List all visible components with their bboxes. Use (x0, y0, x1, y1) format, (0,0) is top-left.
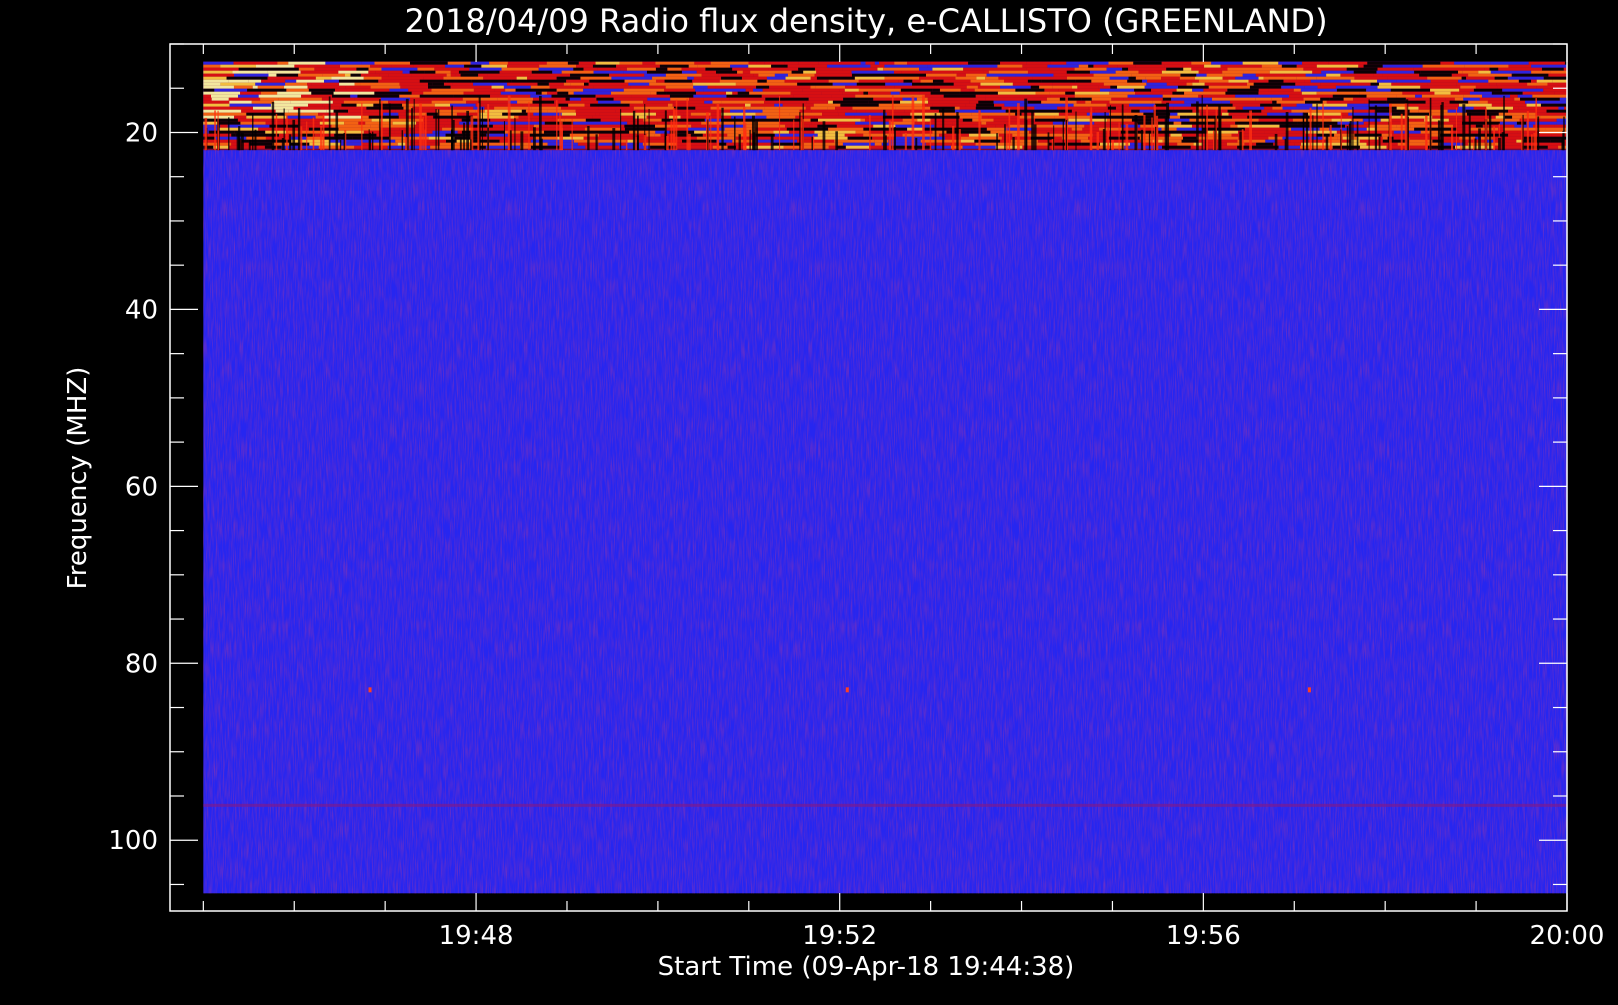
x-tick-label: 19:48 (439, 921, 514, 951)
spot-mark (845, 687, 849, 693)
y-axis-label: Frequency (MHZ) (63, 367, 93, 590)
noise-line (203, 803, 1567, 807)
y-tick-label: 20 (125, 118, 158, 148)
x-tick-label: 19:52 (802, 921, 877, 951)
spot-mark (1307, 687, 1311, 693)
interference-band (203, 61, 1569, 151)
spectrogram-svg: 2018/04/09 Radio flux density, e-CALLIST… (63, 2, 1605, 982)
chart-title: 2018/04/09 Radio flux density, e-CALLIST… (404, 2, 1327, 40)
spot-mark (368, 687, 372, 693)
x-tick-label: 19:56 (1166, 921, 1241, 951)
y-tick-label: 40 (125, 295, 158, 325)
y-tick-label: 100 (108, 826, 158, 856)
y-tick-label: 60 (125, 472, 158, 502)
x-axis-label: Start Time (09-Apr-18 19:44:38) (658, 952, 1075, 982)
y-tick-label: 80 (125, 649, 158, 679)
heatmap-noise (203, 61, 1567, 894)
heatmap-area (203, 61, 1569, 894)
x-tick-label: 20:00 (1530, 921, 1605, 951)
spectrogram-chart: 2018/04/09 Radio flux density, e-CALLIST… (0, 0, 1618, 1000)
